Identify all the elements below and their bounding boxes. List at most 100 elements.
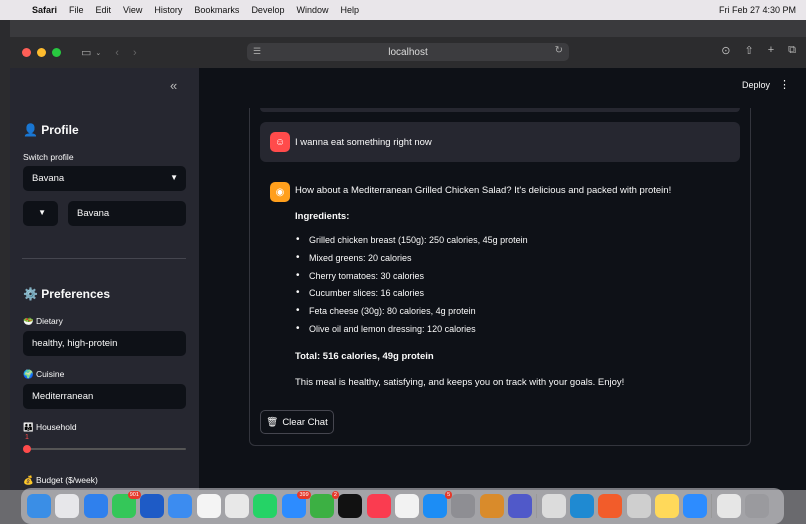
dietary-input[interactable]: healthy, high-protein [23,331,186,356]
household-slider-track[interactable] [26,448,186,450]
collapse-sidebar-icon[interactable]: « [170,78,177,93]
cuisine-value: Mediterranean [32,391,94,402]
sidebar: « 👤 Profile Switch profile Bavana ▼ ▼ Ba… [10,68,199,490]
list-item: Cucumber slices: 16 calories [295,287,528,306]
system-settings-icon[interactable] [451,494,476,518]
reload-icon[interactable]: ↻ [555,45,563,56]
chevron-down-icon: ▼ [38,208,46,217]
menu-develop[interactable]: Develop [251,5,284,15]
dietary-value: healthy, high-protein [32,338,118,349]
messages-icon[interactable]: 901 [111,491,141,518]
household-slider-thumb[interactable] [23,445,31,453]
dietary-label: 🥗 Dietary [23,316,63,326]
window-controls [22,48,61,57]
menu-help[interactable]: Help [340,5,359,15]
tab-overview-icon[interactable]: ⧉ [788,44,796,57]
profile-name-input[interactable]: Bavana [68,201,186,226]
list-item: Olive oil and lemon dressing: 120 calori… [295,323,528,342]
document-icon[interactable] [716,494,741,518]
browser-toolbar: ▭ ⌄ ‹ › ☰ localhost ↻ ⊙ ⇧ + ⧉ [10,37,806,68]
badge: 901 [127,491,141,499]
chevron-down-icon[interactable]: ⌄ [95,49,101,57]
clear-chat-button[interactable]: 🗑 Clear Chat [260,410,334,434]
user-message: ☺ I wanna eat something right now [260,122,740,162]
claude-icon[interactable] [598,494,623,518]
cuisine-label: 🌍 Cuisine [23,369,65,379]
page-menu-icon[interactable]: ☰ [253,46,261,57]
ingredients-heading: Ingredients: [295,211,350,222]
tab-strip [10,20,806,38]
toolbar-actions: ⊙ ⇧ + ⧉ [721,44,796,57]
safari-icon[interactable] [83,494,108,518]
dock-separator [536,494,538,518]
menu-app-name[interactable]: Safari [32,5,57,15]
minimize-window-button[interactable] [37,48,46,57]
main-menu-icon[interactable]: ⋮ [779,78,790,91]
profile-dropdown-button[interactable]: ▼ [23,201,58,226]
assistant-intro: How about a Mediterranean Grilled Chicke… [295,185,672,196]
macos-menubar: Safari File Edit View History Bookmarks … [0,0,806,20]
finder-icon[interactable] [27,494,51,518]
household-slider-value: 1 [25,434,29,441]
switch-profile-label: Switch profile [23,152,74,162]
mail-icon[interactable] [168,494,193,518]
list-item: Grilled chicken breast (150g): 250 calor… [295,234,528,253]
app-icon[interactable] [479,494,504,518]
switch-profile-select[interactable]: Bavana ▼ [23,166,186,191]
teams-icon[interactable] [508,494,533,518]
launchpad-icon[interactable] [55,494,80,518]
profile-heading: 👤 Profile [23,123,79,137]
zoom-window-button[interactable] [52,48,61,57]
badge: 399 [297,491,311,499]
music-icon[interactable] [366,494,391,518]
new-tab-icon[interactable]: + [768,44,774,57]
close-window-button[interactable] [22,48,31,57]
trash-icon: 🗑 [266,416,279,428]
address-bar[interactable]: ☰ localhost ↻ [247,43,569,61]
forward-icon[interactable]: › [133,47,137,59]
deploy-button[interactable]: Deploy [742,80,770,90]
vscode-icon[interactable] [569,494,594,518]
textedit-icon[interactable] [626,494,651,518]
status-area: Fri Feb 27 4:30 PM [499,0,796,20]
app-store-icon[interactable]: 5 [423,491,453,518]
downloads-icon[interactable]: ⊙ [721,44,730,57]
preferences-heading: ⚙️ Preferences [23,287,110,301]
user-message-text: I wanna eat something right now [295,137,432,148]
assistant-avatar-icon: ◉ [270,182,290,202]
whatsapp-icon[interactable] [253,494,278,518]
list-item: Feta cheese (30g): 80 calories, 4g prote… [295,305,528,324]
menu-history[interactable]: History [154,5,182,15]
profile-name-value: Bavana [77,208,110,219]
list-item: Cherry tomatoes: 30 calories [295,270,528,289]
user-avatar-icon: ☺ [270,132,290,152]
menu-file[interactable]: File [69,5,84,15]
share-icon[interactable]: ⇧ [744,44,753,57]
dock: 901 399 2 5 [21,488,784,524]
chrome-icon[interactable] [225,494,250,518]
cuisine-input[interactable]: Mediterranean [23,384,186,409]
switch-profile-value: Bavana [32,173,65,184]
menu-view[interactable]: View [123,5,142,15]
menu-edit[interactable]: Edit [96,5,112,15]
zoom-icon[interactable] [683,494,708,518]
app-store-icon[interactable]: 399 [281,491,311,518]
status-icons[interactable] [499,5,709,16]
menu-bookmarks[interactable]: Bookmarks [194,5,239,15]
sidebar-toggle-icon[interactable]: ▭ [81,46,91,59]
url-text: localhost [388,46,428,58]
word-icon[interactable] [140,494,165,518]
budget-label: 💰 Budget ($/week) [23,475,98,485]
photos-icon[interactable] [196,494,221,518]
trash-icon[interactable] [745,494,770,518]
main-content: Deploy ⋮ ☺ I wanna eat something right n… [199,68,806,490]
menu-window[interactable]: Window [296,5,328,15]
notes-icon[interactable] [654,494,679,518]
apple-tv-icon[interactable] [338,494,363,518]
app-icon[interactable] [541,494,566,518]
back-icon[interactable]: ‹ [115,47,119,59]
clock[interactable]: Fri Feb 27 4:30 PM [719,5,796,15]
news-icon[interactable] [394,494,419,518]
total-line: Total: 516 calories, 49g protein [295,351,434,362]
facetime-icon[interactable]: 2 [309,491,339,518]
